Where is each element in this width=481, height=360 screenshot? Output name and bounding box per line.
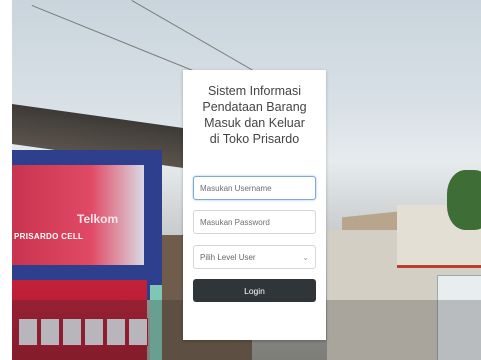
level-user-select[interactable]: Pilih Level User ⌄ [193, 245, 316, 269]
shop-sign-text: PRISARDO CELL [14, 232, 84, 241]
login-card: Sistem Informasi Pendataan Barang Masuk … [183, 70, 326, 340]
password-input[interactable] [193, 210, 316, 234]
username-input[interactable] [193, 176, 316, 200]
login-title: Sistem Informasi Pendataan Barang Masuk … [202, 84, 307, 146]
telkom-sign-text: Telkom [77, 212, 119, 226]
login-button[interactable]: Login [193, 279, 316, 302]
tree [447, 170, 481, 230]
chevron-down-icon: ⌄ [302, 252, 309, 262]
level-user-select-value: Pilih Level User [200, 252, 256, 262]
